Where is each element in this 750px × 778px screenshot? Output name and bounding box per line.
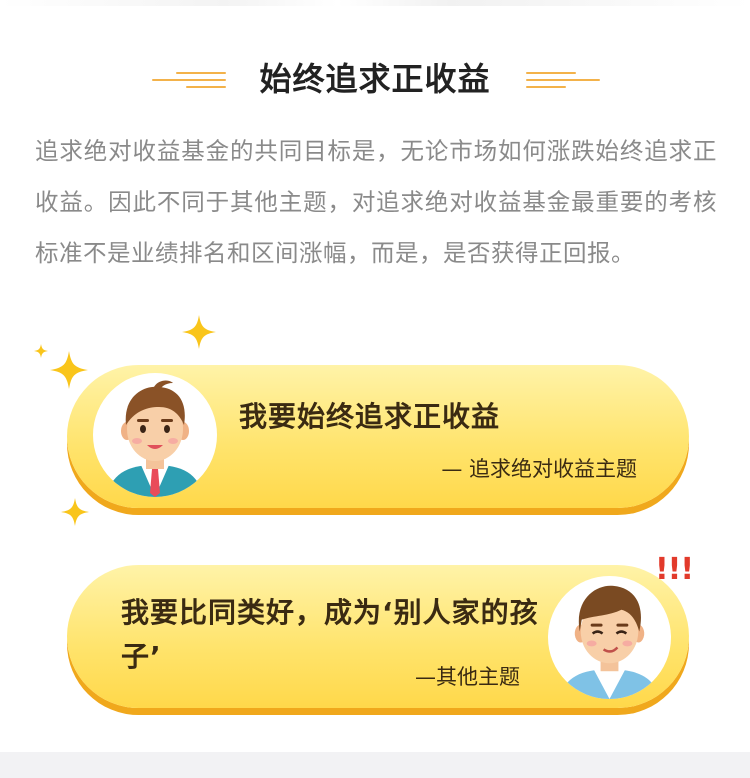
- card-attribution: — 追求绝对收益主题: [441, 457, 637, 481]
- alert-exclamation: !!!: [655, 552, 694, 587]
- sparkle-icon: [61, 498, 89, 526]
- sparkle-icon: [182, 315, 216, 349]
- heading-decoration-right: [526, 70, 606, 90]
- sparkle-icon: [50, 351, 88, 389]
- businessman-avatar-icon: [93, 373, 217, 497]
- intro-paragraph: 追求绝对收益基金的共同目标是，无论市场如何涨跌始终追求正收益。因此不同于其他主题…: [35, 137, 717, 267]
- card-attribution: —其他主题: [415, 665, 520, 689]
- bottom-strip: [0, 752, 750, 778]
- page-title: 始终追求正收益: [259, 60, 491, 98]
- sparkle-icon: [34, 344, 48, 358]
- section-heading: 始终追求正收益: [0, 50, 750, 102]
- card-quote: 我要始终追求正收益: [239, 400, 501, 433]
- top-strip: [0, 0, 750, 6]
- young-man-avatar-icon: [548, 576, 671, 699]
